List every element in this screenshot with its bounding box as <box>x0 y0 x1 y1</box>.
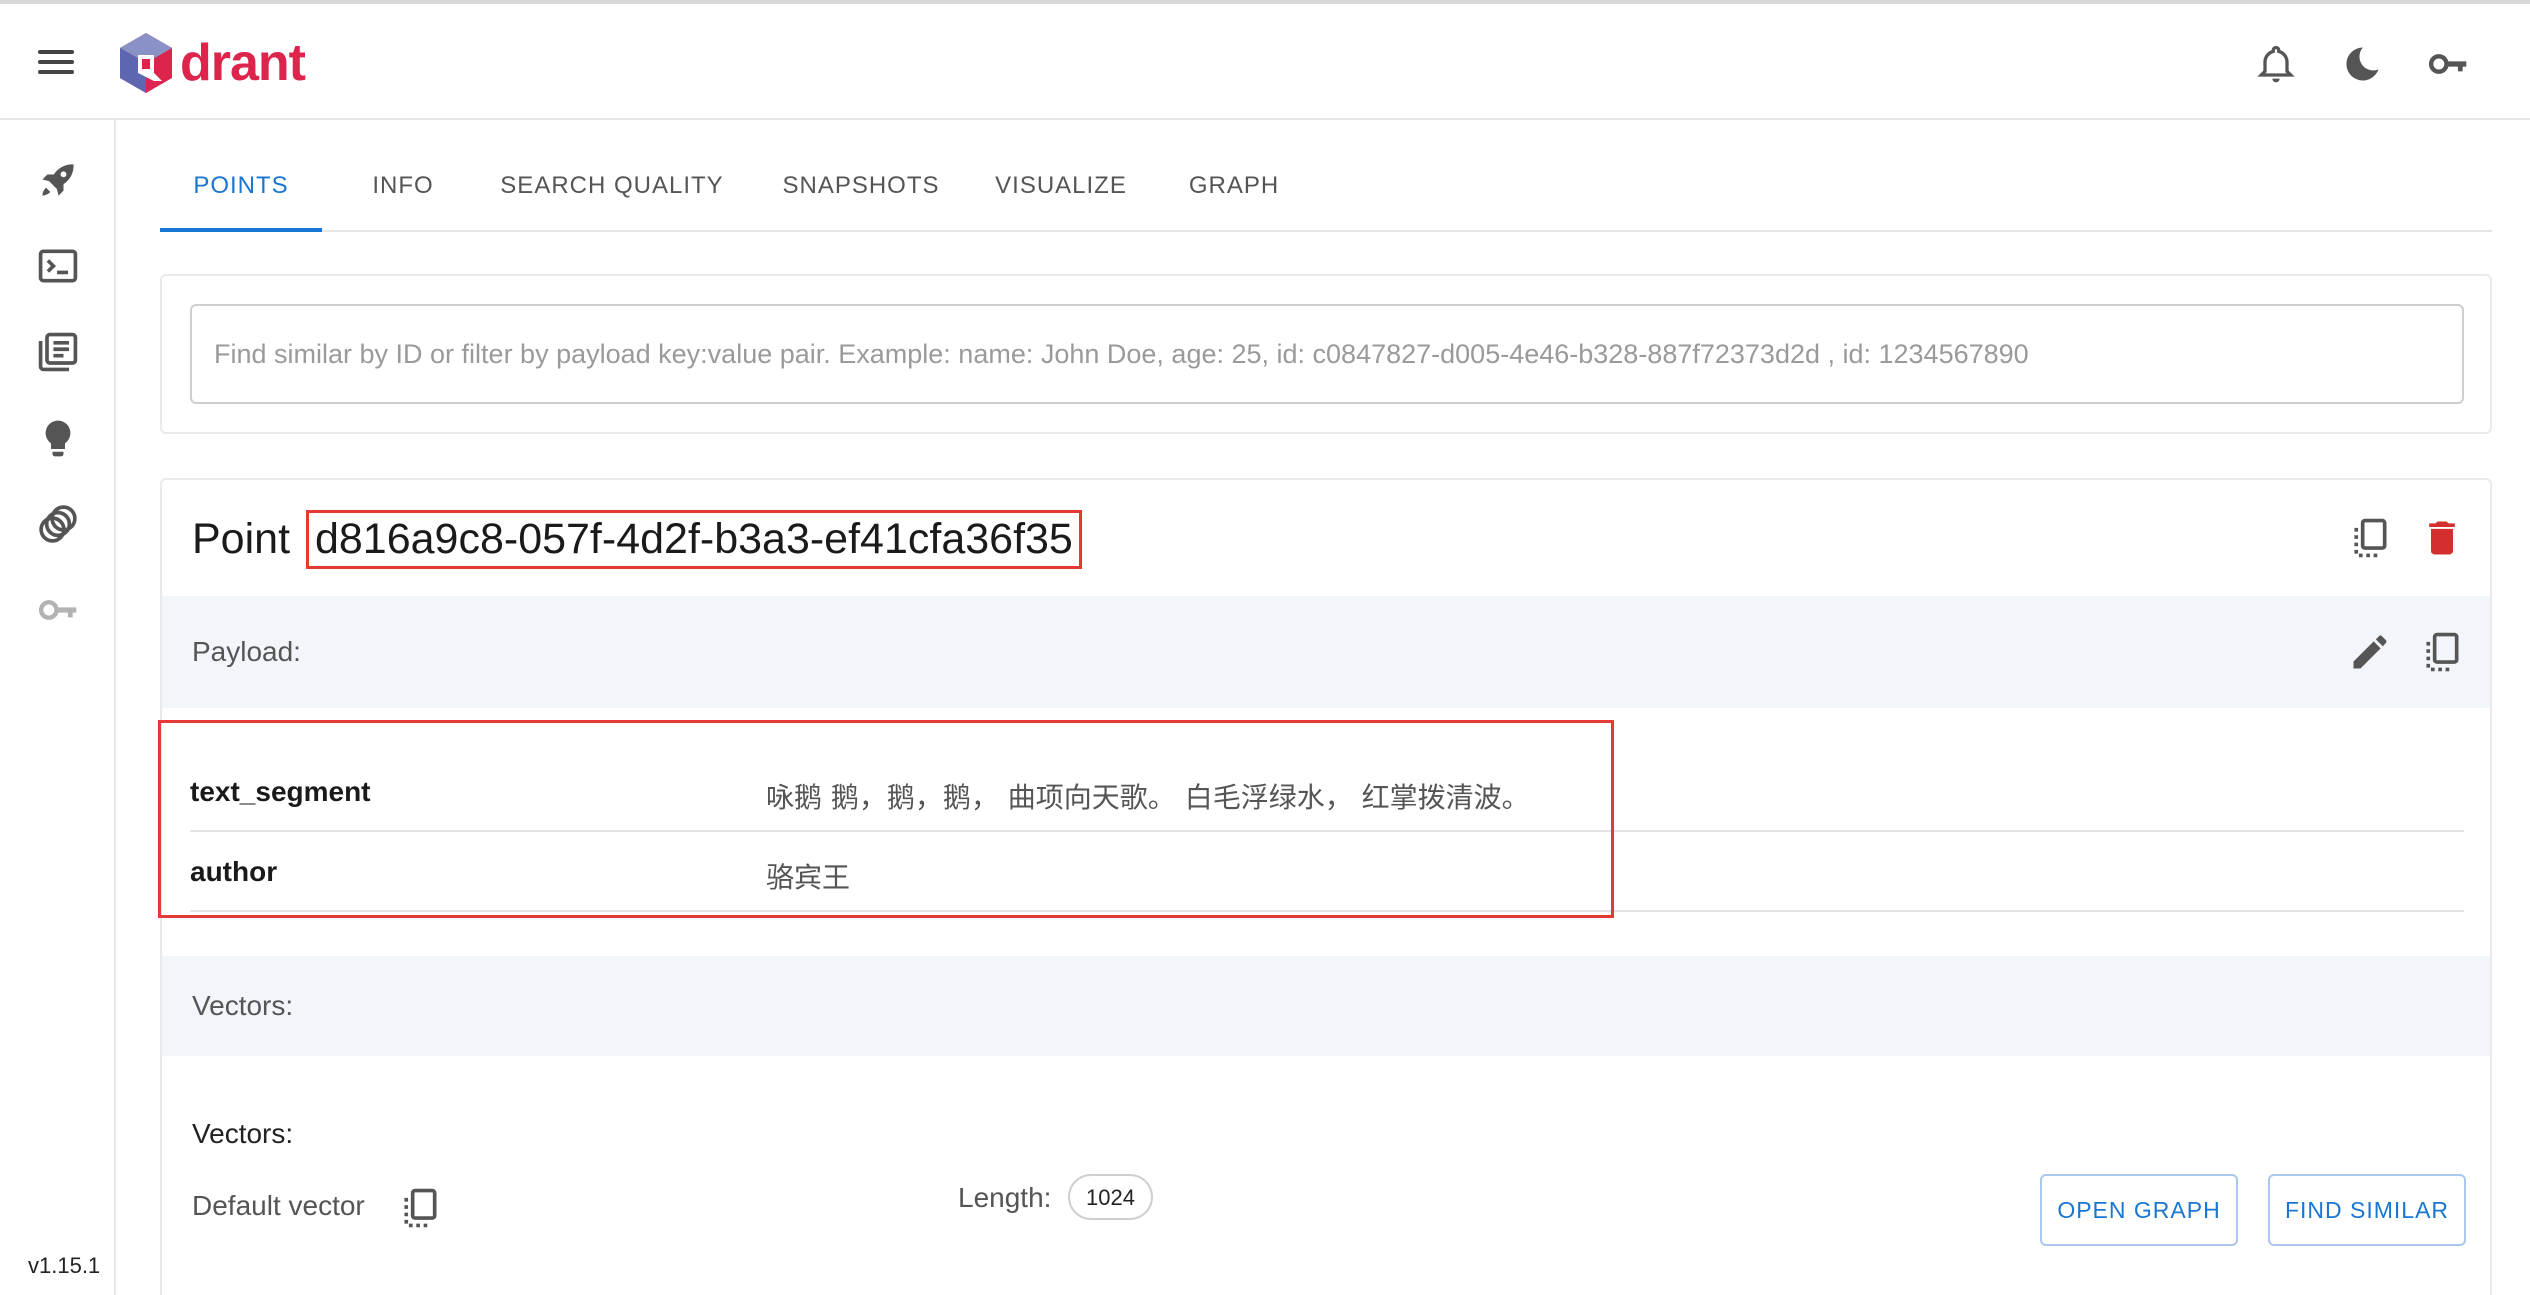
vectors-title: Vectors: <box>192 1118 294 1149</box>
find-similar-button[interactable]: FIND SIMILAR <box>2268 1174 2466 1246</box>
vector-name: Default vector <box>192 1190 365 1221</box>
sidebar <box>0 120 116 1295</box>
moon-icon[interactable] <box>2340 42 2384 86</box>
tab-info[interactable]: INFO <box>322 150 484 230</box>
logo-text: drant <box>180 34 306 92</box>
app-version: v1.15.1 <box>28 1253 101 1278</box>
vectors-header: Vectors: <box>162 956 2490 1056</box>
copy-vector-icon[interactable] <box>398 1186 442 1230</box>
vector-length-label: Length: <box>958 1182 1052 1213</box>
point-title: Point d816a9c8-057f-4d2f-b3a3-ef41cfa36f… <box>192 510 1082 569</box>
payload-header: Payload: <box>162 596 2490 708</box>
copy-payload-icon[interactable] <box>2420 630 2464 674</box>
tab-points[interactable]: POINTS <box>160 150 322 232</box>
qdrant-logo[interactable]: drant <box>118 28 306 98</box>
copy-point-icon[interactable] <box>2348 516 2392 560</box>
point-id: d816a9c8-057f-4d2f-b3a3-ef41cfa36f35 <box>305 510 1082 569</box>
lightbulb-icon[interactable] <box>36 416 80 460</box>
payload-label: Payload: <box>192 636 301 667</box>
edit-payload-icon[interactable] <box>2348 630 2392 674</box>
tab-visualize[interactable]: VISUALIZE <box>980 150 1142 230</box>
vectors-section-label: Vectors: <box>192 990 294 1021</box>
rocket-icon[interactable] <box>36 158 80 202</box>
collections-icon[interactable] <box>36 330 80 374</box>
tab-graph[interactable]: GRAPH <box>1164 150 1304 230</box>
menu-icon[interactable] <box>34 44 78 84</box>
qdrant-logo-mark <box>120 33 172 93</box>
tab-search-quality[interactable]: SEARCH QUALITY <box>484 150 740 230</box>
access-key-icon[interactable] <box>36 588 80 632</box>
console-icon[interactable] <box>36 244 80 288</box>
payload-highlight-box <box>158 720 1614 918</box>
search-input[interactable] <box>190 304 2464 404</box>
collection-tabs: POINTS INFO SEARCH QUALITY SNAPSHOTS VIS… <box>160 150 2492 232</box>
delete-icon[interactable] <box>2420 516 2464 560</box>
search-card <box>160 274 2492 434</box>
datasets-icon[interactable] <box>36 502 80 546</box>
app-bar: drant <box>0 4 2530 120</box>
key-icon[interactable] <box>2426 42 2470 86</box>
point-card: Point d816a9c8-057f-4d2f-b3a3-ef41cfa36f… <box>158 478 2492 1295</box>
point-label: Point <box>192 515 291 563</box>
bell-icon[interactable] <box>2254 42 2298 86</box>
tab-snapshots[interactable]: SNAPSHOTS <box>780 150 942 230</box>
vector-length-chip: 1024 <box>1068 1174 1153 1220</box>
open-graph-button[interactable]: OPEN GRAPH <box>2040 1174 2238 1246</box>
